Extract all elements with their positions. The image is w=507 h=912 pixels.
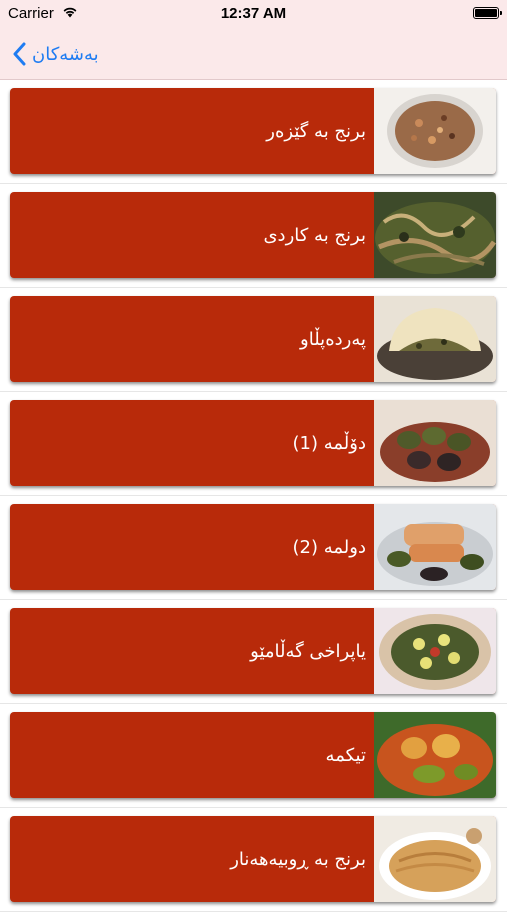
recipe-photo [374,192,496,278]
recipe-card[interactable]: تیکمە [10,712,496,798]
recipe-photo [374,296,496,382]
recipe-title: دولمە (2) [292,536,366,558]
recipe-title: یاپراخی گەڵامێو [250,640,366,662]
status-bar: Carrier 12:37 AM [0,0,507,28]
recipe-title: برنج بە گێزەر [266,120,366,142]
recipe-card[interactable]: دۆڵمە (1) [10,400,496,486]
recipe-card[interactable]: برنج بە گێزەر [10,88,496,174]
list-row: دولمە (2) [0,496,507,600]
back-button[interactable]: بەشەکان [12,38,99,70]
list-row: برنج بە کاردی [0,184,507,288]
recipe-title: دۆڵمە (1) [292,432,366,454]
recipe-photo [374,712,496,798]
recipe-photo [374,608,496,694]
recipe-title: پەردەپڵاو [300,328,366,350]
recipe-title: برنج بە کاردی [263,224,366,246]
recipe-card[interactable]: پەردەپڵاو [10,296,496,382]
recipe-card[interactable]: دولمە (2) [10,504,496,590]
battery-icon [473,7,502,19]
recipe-photo [374,88,496,174]
recipe-photo [374,400,496,486]
recipe-card[interactable]: برنج بە کاردی [10,192,496,278]
recipe-title: تیکمە [325,744,366,766]
recipe-list: برنج بە گێزەر برنج بە کاردی پەردەپڵاو دۆ… [0,80,507,912]
list-row: یاپراخی گەڵامێو [0,600,507,704]
recipe-card[interactable]: یاپراخی گەڵامێو [10,608,496,694]
recipe-card[interactable]: برنج بە ڕوبیەهەنار [10,816,496,902]
list-row: دۆڵمە (1) [0,392,507,496]
list-row: برنج بە گێزەر [0,80,507,184]
back-label: بەشەکان [32,43,99,65]
navigation-bar: بەشەکان [0,28,507,80]
recipe-photo [374,816,496,902]
recipe-photo [374,504,496,590]
list-row: پەردەپڵاو [0,288,507,392]
recipe-title: برنج بە ڕوبیەهەنار [230,848,366,870]
chevron-left-icon [13,42,26,66]
list-row: تیکمە [0,704,507,808]
status-time: 12:37 AM [220,5,287,22]
list-row: برنج بە ڕوبیەهەنار [0,808,507,912]
